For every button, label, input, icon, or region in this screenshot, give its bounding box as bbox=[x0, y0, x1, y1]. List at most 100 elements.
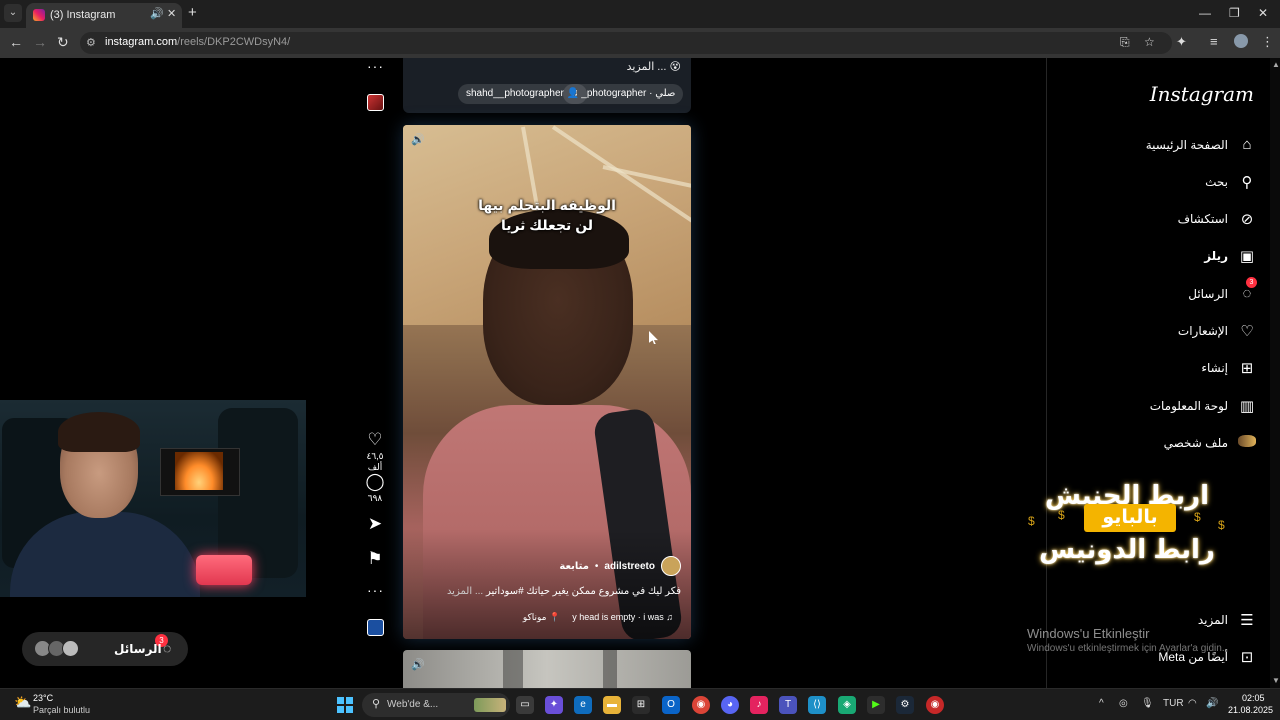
tray-overflow-icon[interactable]: ^ bbox=[1099, 698, 1104, 709]
nav-explore[interactable]: ⊘ استكشاف bbox=[1178, 210, 1256, 228]
chrome-icon[interactable]: ◉ bbox=[692, 696, 710, 714]
webcam-flame bbox=[175, 452, 223, 490]
avatar bbox=[62, 640, 79, 657]
like-button[interactable]: ♡ ٤٦,٥ ألف bbox=[360, 430, 390, 473]
nav-dashboard[interactable]: ▥ لوحة المعلومات bbox=[1150, 397, 1256, 415]
prev-caption-more[interactable]: 😵 ... المزيد bbox=[627, 60, 681, 73]
compass-icon: ⊘ bbox=[1240, 211, 1254, 228]
nav-notifications[interactable]: ♡ الإشعارات bbox=[1178, 322, 1256, 340]
extensions-icon[interactable]: ✦ bbox=[1176, 34, 1187, 50]
taskbar-search[interactable]: ⚲ Web'de &... bbox=[362, 693, 510, 717]
kick-icon[interactable]: ▶ bbox=[867, 696, 885, 714]
network-icon[interactable]: ◎ bbox=[1119, 698, 1128, 709]
media-icon[interactable]: ≡ bbox=[1210, 34, 1218, 49]
weather-desc[interactable]: Parçalı bulutlu bbox=[33, 705, 90, 715]
reels-icon: ▣ bbox=[1239, 248, 1255, 265]
file-explorer-icon[interactable]: ▬ bbox=[603, 696, 621, 714]
author-username[interactable]: adilstreeto bbox=[604, 561, 655, 572]
discord-icon[interactable]: ◕ bbox=[721, 696, 739, 714]
edge-icon[interactable]: e bbox=[574, 696, 592, 714]
audio-thumb[interactable] bbox=[367, 619, 384, 636]
comment-button[interactable]: ◯ ٦٩٨ bbox=[360, 472, 390, 504]
volume-icon[interactable]: 🔊 bbox=[1206, 698, 1218, 709]
scrollbar[interactable] bbox=[1270, 58, 1280, 688]
browser-menu-icon[interactable]: ⋮ bbox=[1261, 34, 1274, 50]
start-button[interactable] bbox=[337, 697, 353, 713]
site-info-icon[interactable]: ⚙ bbox=[86, 36, 96, 49]
store-icon[interactable]: ⊞ bbox=[632, 696, 650, 714]
scroll-up-icon[interactable]: ▲ bbox=[1272, 60, 1280, 69]
prev-reel-more-icon[interactable]: ··· bbox=[367, 58, 384, 74]
location-link[interactable]: 📍 موناكو bbox=[523, 612, 560, 623]
forward-icon[interactable]: → bbox=[33, 34, 47, 50]
messages-pill[interactable]: ◌ 3 الرسائل bbox=[22, 632, 188, 666]
nav-profile[interactable]: ملف شخصي bbox=[1164, 434, 1256, 451]
browser-tab-strip: ⌄ (3) Instagram 🔊 ✕ + — ❐ ✕ bbox=[0, 0, 1280, 28]
nav-search-label: بحث bbox=[1205, 175, 1228, 189]
scroll-down-icon[interactable]: ▼ bbox=[1272, 676, 1280, 685]
instagram-logo[interactable]: Instagram bbox=[1150, 82, 1254, 106]
copilot-icon[interactable]: ✦ bbox=[545, 696, 563, 714]
menu-icon: ☰ bbox=[1240, 612, 1254, 629]
steam-icon[interactable]: ⚙ bbox=[896, 696, 914, 714]
clock-time[interactable]: 02:05 bbox=[1242, 693, 1265, 703]
install-app-icon[interactable]: ⎘ bbox=[1120, 35, 1130, 50]
prev-audio-thumb[interactable] bbox=[367, 94, 384, 111]
back-icon[interactable]: ← bbox=[9, 34, 23, 50]
prev-user-chip[interactable]: shahd__photographer 👤 bbox=[458, 84, 588, 104]
author-avatar[interactable] bbox=[661, 556, 681, 576]
follow-button[interactable]: متابعة bbox=[559, 561, 589, 572]
dollar-icon: $ bbox=[1194, 510, 1201, 524]
clock-date[interactable]: 21.08.2025 bbox=[1228, 705, 1273, 715]
minimize-icon[interactable]: — bbox=[1199, 6, 1211, 20]
next-reel[interactable]: 🔊 bbox=[403, 650, 691, 688]
mic-icon[interactable]: 🎙 bbox=[1141, 698, 1154, 709]
profile-avatar-icon[interactable] bbox=[1234, 34, 1248, 48]
window-close-icon[interactable]: ✕ bbox=[1258, 6, 1268, 20]
tab-search-button[interactable]: ⌄ bbox=[4, 4, 22, 22]
share-button[interactable]: ➤ bbox=[360, 514, 390, 534]
teams-icon[interactable]: T bbox=[779, 696, 797, 714]
save-button[interactable]: ⚑ bbox=[360, 549, 390, 569]
next-sound-icon[interactable]: 🔊 bbox=[411, 658, 429, 676]
sound-icon[interactable]: 🔊 bbox=[411, 133, 429, 151]
nav-reels[interactable]: ▣ ريلز bbox=[1204, 247, 1256, 265]
reel-video[interactable]: 🔊 الوظيفه البتحلم بيها لن تجعلك ثريا adi… bbox=[403, 125, 691, 639]
nav-messages[interactable]: ◌ 3 الرسائل bbox=[1188, 277, 1257, 302]
url-text[interactable]: instagram.com/reels/DKP2CWDsyN4/ bbox=[105, 36, 290, 48]
weather-icon[interactable]: ⛅ bbox=[14, 694, 31, 711]
home-icon: ⌂ bbox=[1242, 136, 1252, 153]
dollar-icon: $ bbox=[1028, 514, 1035, 528]
tab-close-icon[interactable]: ✕ bbox=[167, 7, 176, 20]
vscode-icon[interactable]: ⟨⟩ bbox=[808, 696, 826, 714]
reel-more-icon[interactable]: ··· bbox=[367, 582, 384, 598]
nav-search[interactable]: ⚲ بحث bbox=[1205, 173, 1256, 191]
reel-author: adilstreeto • متابعة bbox=[559, 556, 681, 576]
android-studio-icon[interactable]: ◈ bbox=[838, 696, 856, 714]
nav-create[interactable]: ⊞ إنشاء bbox=[1201, 359, 1256, 377]
weather-temp[interactable]: 23°C bbox=[33, 693, 53, 703]
tiktok-icon[interactable]: ♪ bbox=[750, 696, 768, 714]
omnibox[interactable]: ⚙ instagram.com/reels/DKP2CWDsyN4/ ⎘ ☆ bbox=[80, 32, 1172, 54]
nav-messages-label: الرسائل bbox=[1188, 286, 1228, 301]
outlook-icon[interactable]: O bbox=[662, 696, 680, 714]
nav-meta-label: أيضًا من Meta bbox=[1158, 650, 1228, 664]
tab-instagram[interactable]: (3) Instagram 🔊 ✕ bbox=[26, 3, 182, 28]
heart-icon: ♡ bbox=[1240, 323, 1254, 340]
task-view-icon[interactable]: ▭ bbox=[516, 696, 534, 714]
promo-line2: بالبايو bbox=[1102, 507, 1158, 528]
apps-icon: ⊡ bbox=[1240, 649, 1254, 666]
maximize-icon[interactable]: ❐ bbox=[1229, 6, 1240, 20]
wifi-icon[interactable]: ◠ bbox=[1188, 698, 1197, 709]
tab-audio-icon[interactable]: 🔊 bbox=[150, 7, 164, 20]
nav-meta[interactable]: ⊡ أيضًا من Meta bbox=[1158, 648, 1256, 666]
nav-home[interactable]: ⌂ الصفحة الرئيسية bbox=[1146, 136, 1256, 153]
search-icon: ⚲ bbox=[1241, 174, 1253, 191]
reload-icon[interactable]: ↻ bbox=[57, 34, 69, 51]
language-indicator[interactable]: TUR bbox=[1163, 698, 1184, 709]
audio-link[interactable]: ♫ y head is empty · i was bbox=[572, 612, 673, 623]
bookmark-star-icon[interactable]: ☆ bbox=[1144, 35, 1155, 49]
caption-more[interactable]: ... المزيد bbox=[447, 586, 483, 597]
chrome-canary-icon[interactable]: ◉ bbox=[926, 696, 944, 714]
new-tab-button[interactable]: + bbox=[188, 5, 197, 20]
